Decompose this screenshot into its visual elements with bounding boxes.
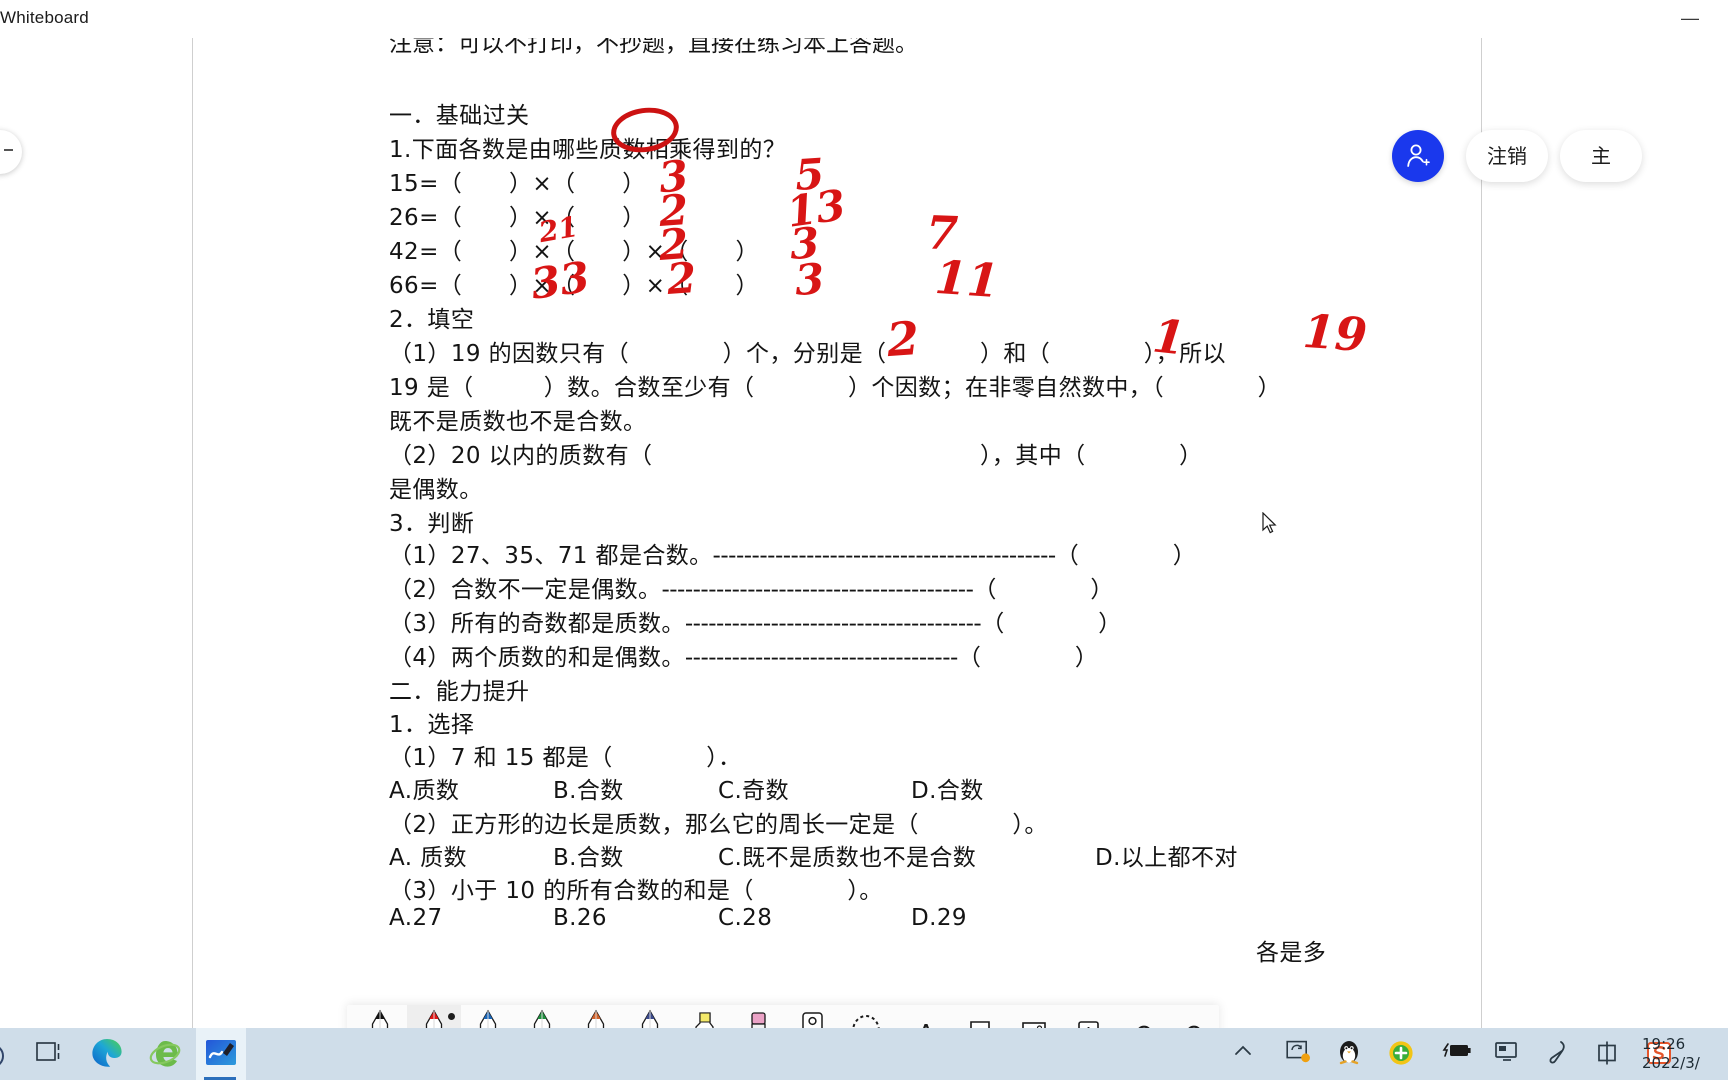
doc-q4-option-2-d: D.以上都不对 [1095,845,1238,871]
doc-q4-option-2-a: A. 质数 [389,845,467,871]
page-right-rule [1481,38,1482,1028]
ime-chinese-icon [1598,1041,1616,1065]
mouse-cursor-icon [1262,512,1277,534]
taskbar-item-whiteboard[interactable] [196,1028,246,1080]
doc-q2-line-2: 19 是（ ）数。合数至少有（ ）个因数；在非零自然数中，（ ） [389,375,1282,401]
doc-section-1-title: 一．基础过关 [389,103,530,129]
edge-icon [92,1039,122,1067]
doc-q4-option-1-d: D.合数 [911,778,984,804]
monitor-icon [1495,1042,1517,1061]
ink-mark-1: 1 [1150,308,1188,366]
doc-q4-line-2: （2）正方形的边长是质数，那么它的周长一定是（ ）。 [389,812,1048,838]
task-view-icon [36,1042,60,1061]
penguin-icon [1339,1041,1359,1065]
tray-ime-chinese[interactable] [1594,1040,1622,1068]
whiteboard-icon [206,1040,236,1065]
doc-q4-option-3-d: D.29 [911,905,967,931]
doc-q3-item-4: （4）两个质数的和是偶数。---------------------------… [389,638,1098,672]
ink-mark-2: 2 [885,310,921,368]
page-right-margin [1482,38,1728,1028]
doc-q3-item-3-dashes: -------------------------------------- [684,611,982,637]
doc-q1-line-1: 15=（ ）×（ ） [389,171,646,197]
window-minimize-button[interactable]: — [1670,4,1710,32]
search-icon [0,1044,4,1068]
doc-q3-item-2: （2）合数不一定是偶数。----------------------------… [389,570,1114,604]
doc-q4-option-3-b: B.26 [553,905,607,931]
doc-q4-option-1-b: B.合数 [553,778,624,804]
taskbar-item-microsoft-edge[interactable] [82,1028,132,1080]
doc-q4-option-3-c: C.28 [718,905,773,931]
doc-q4-line-1: （1）7 和 15 都是（ ）． [389,745,742,771]
doc-line-note: 注意：可以不打印，不抄题，直接在练习本上答题。 [389,38,918,57]
doc-q3-item-2-tail: （ ） [973,577,1114,603]
clock-date: 2022/3/ [1642,1054,1700,1072]
tray-security-guard[interactable] [1388,1040,1416,1068]
doc-q4-option-2-c: C.既不是质数也不是合数 [718,845,977,871]
chevron-up-icon [1235,1045,1251,1055]
doc-q2-line-4: （2）20 以内的质数有（ ），其中（ ） [389,443,1203,469]
doc-q4-option-1-c: C.奇数 [718,778,789,804]
pen-options-dot-icon[interactable] [448,1013,455,1020]
doc-section-2-title: 二．能力提升 [389,679,530,705]
ink-mark-33: 33 [527,252,593,309]
doc-q3-item-3: （3）所有的奇数都是质数。---------------------------… [389,604,1122,638]
shield-plus-icon [1389,1041,1413,1065]
ie-icon [149,1041,181,1067]
window-title-bar: Whiteboard — [0,0,1728,39]
taskbar-clock[interactable]: 19:26 2022/3/ [1642,1035,1728,1073]
doc-q3-item-1: （1）27、35、71 都是合数。-----------------------… [389,536,1196,570]
doc-q2-title: 2．填空 [389,307,475,333]
add-user-avatar-button[interactable] [1392,130,1444,182]
ink-mark-11: 11 [933,249,1001,309]
logout-button[interactable]: 注销 [1466,130,1548,182]
doc-q2-line-5: 是偶数。 [389,477,483,503]
whiteboard-workspace[interactable]: 注意：可以不打印，不抄题，直接在练习本上答题。 一．基础过关 1.下面各数是由哪… [0,38,1728,1065]
doc-q2-line-1: （1）19 的因数只有（ ）个，分别是（ ）和（ ），所以 [389,341,1226,367]
doc-q4-option-3-a: A.27 [389,905,443,931]
doc-q4-title: 1．选择 [389,712,475,738]
ink-mark-2: 2 [665,253,698,304]
doc-q3-item-1-tail: （ ） [1055,543,1197,569]
tray-pen-input[interactable] [1544,1040,1572,1068]
app-title: Whiteboard [0,8,89,27]
tray-screen-capture[interactable] [1286,1040,1314,1068]
page-left-margin [0,38,192,1028]
tray-qq[interactable] [1338,1040,1366,1068]
tray-battery[interactable] [1442,1040,1471,1068]
pen-icon [1549,1041,1565,1064]
capture-icon [1286,1040,1310,1063]
battery-icon [1442,1043,1471,1057]
ink-mark-19: 19 [1301,303,1369,363]
doc-tail-fragment: 各是多 [1256,940,1327,966]
clock-time: 19:26 [1642,1035,1686,1053]
taskbar-item-internet-explorer[interactable] [140,1028,190,1080]
tray-network[interactable] [1494,1040,1522,1068]
user-add-icon [1407,144,1430,167]
doc-q3-item-3-text: （3）所有的奇数都是质数。 [389,611,685,637]
doc-q4-line-3: （3）小于 10 的所有合数的和是（ ）。 [389,878,883,904]
windows-taskbar[interactable]: 19:26 2022/3/ [0,1028,1728,1080]
taskbar-item-task-view[interactable] [26,1028,76,1080]
ink-mark-21: 21 [536,209,581,250]
doc-q3-item-2-dashes: ---------------------------------------- [661,577,974,603]
doc-q3-item-1-text: （1）27、35、71 都是合数。 [389,543,713,569]
doc-q3-item-1-dashes: ----------------------------------------… [712,543,1057,569]
doc-q3-item-2-text: （2）合数不一定是偶数。 [389,577,662,603]
doc-q1-title: 1.下面各数是由哪些质数相乘得到的？ [389,137,787,163]
doc-q4-option-2-b: B.合数 [553,845,624,871]
doc-q3-item-3-tail: （ ） [981,611,1122,637]
doc-q3-item-4-text: （4）两个质数的和是偶数。 [389,645,685,671]
chevron-left-icon [4,149,13,151]
worksheet-page[interactable]: 注意：可以不打印，不抄题，直接在练习本上答题。 一．基础过关 1.下面各数是由哪… [193,38,1481,1028]
doc-q3-item-4-tail: （ ） [957,645,1099,671]
doc-q4-option-1-a: A.质数 [389,778,460,804]
doc-q3-title: 3．判断 [389,511,475,537]
doc-q2-line-3: 既不是质数也不是合数。 [389,409,647,435]
secondary-action-button[interactable]: 主 [1560,130,1642,182]
ink-mark-3: 3 [793,254,826,305]
doc-q1-line-2: 26=（ ）×（ ） [389,205,646,231]
doc-q3-item-4-dashes: ----------------------------------- [684,645,958,671]
show-hidden-icons-button[interactable] [1232,1040,1260,1068]
